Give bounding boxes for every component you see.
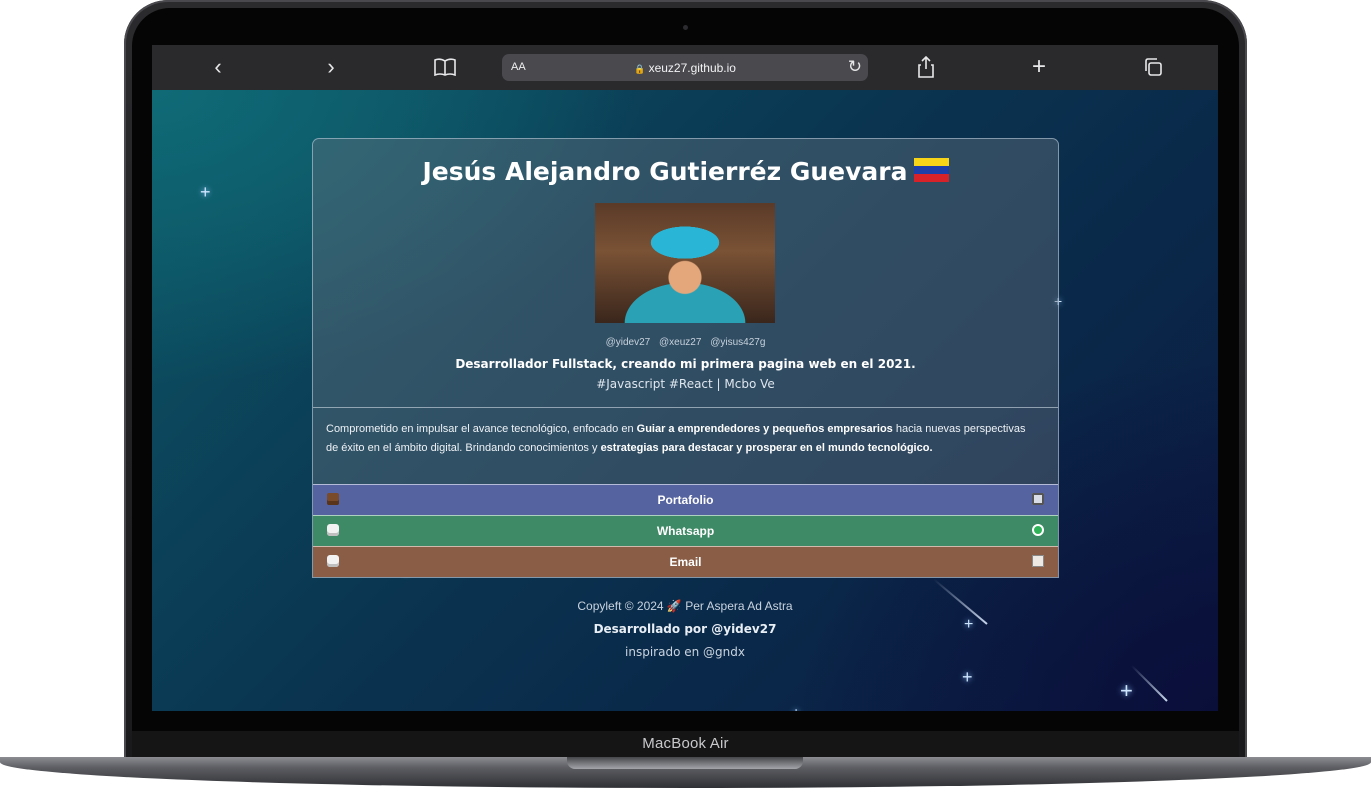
back-icon[interactable]: ‹ [204,54,232,79]
footer-copyleft: Copyleft © 2024 🚀 Per Aspera Ad Astra [577,599,793,613]
web-page: + + + + + + + Jesús Alejandro Gutierréz … [152,90,1218,711]
profile-tagline: Desarrollador Fullstack, creando mi prim… [455,357,916,371]
link-label: Whatsapp [656,524,715,538]
venezuela-flag-icon [913,158,949,182]
tabs-icon[interactable] [1139,55,1167,79]
whatsapp-link-button[interactable]: Whatsapp [313,515,1058,546]
email-link-button[interactable]: Email [313,546,1058,577]
new-tab-icon[interactable]: + [1025,53,1053,80]
screen: ‹ › AA 🔒 xeuz27.github.io ↻ + + + + + + … [152,45,1218,711]
laptop-notch [567,757,803,769]
social-handles: @yidev27 @xeuz27 @yisus427g [313,337,1058,348]
about-highlight: Guiar a emprendedores y pequeños empresa… [636,423,893,435]
handle-link[interactable]: @yidev27 [606,337,651,348]
whatsapp-icon [1032,524,1044,536]
about-text: Comprometido en impulsar el avance tecno… [326,420,1038,458]
profile-name: Jesús Alejandro Gutierréz Guevara [313,157,1058,186]
envelope-icon [1032,555,1044,567]
avatar [595,203,775,323]
url-text: xeuz27.github.io [648,61,736,75]
bookmarks-icon[interactable] [431,55,459,79]
profile-tags: #Javascript #React | Mcbo Ve [596,377,775,391]
footer-developed-by[interactable]: Desarrollado por @yidev27 [152,622,1218,636]
share-icon[interactable] [912,55,940,79]
url-display[interactable]: 🔒 xeuz27.github.io [502,61,868,75]
chat-icon [327,524,339,536]
briefcase-icon [327,493,339,505]
about-highlight: estrategias para destacar y prosperar en… [600,442,933,454]
profile-card: Jesús Alejandro Gutierréz Guevara @yidev… [312,138,1059,578]
about-text-part: Comprometido en impulsar el avance tecno… [326,423,637,435]
reload-icon[interactable]: ↻ [848,57,862,77]
address-bar[interactable]: AA 🔒 xeuz27.github.io ↻ [502,54,868,81]
handle-link[interactable]: @yisus427g [710,337,765,348]
lock-icon: 🔒 [634,64,646,74]
star-decoration: + [200,182,211,202]
link-label: Portafolio [657,493,714,507]
portfolio-link-button[interactable]: Portafolio [313,484,1058,515]
profile-header: Jesús Alejandro Gutierréz Guevara @yidev… [313,139,1058,407]
laptop-icon [1032,493,1044,505]
star-decoration: + [1120,678,1133,703]
link-label: Email [669,555,702,569]
browser-toolbar: ‹ › AA 🔒 xeuz27.github.io ↻ + [152,45,1218,90]
shooting-star [1130,664,1168,702]
divider [313,407,1058,408]
star-decoration: + [792,704,800,711]
handle-link[interactable]: @xeuz27 [659,337,701,348]
star-decoration: + [962,667,973,687]
profile-name-text: Jesús Alejandro Gutierréz Guevara [422,157,908,186]
footer-inspired-by[interactable]: inspirado en @gndx [152,645,1218,659]
camera-icon [683,25,688,30]
chat-icon [327,555,339,567]
device-model-label: MacBook Air [642,735,729,752]
forward-icon[interactable]: › [317,54,345,79]
